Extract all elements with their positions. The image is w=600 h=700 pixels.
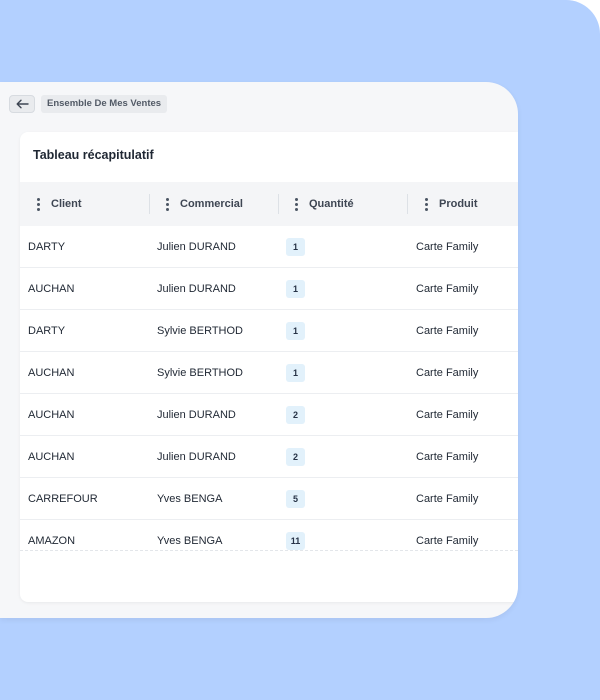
column-header-produit[interactable]: Produit <box>425 182 478 226</box>
cell-produit: Carte Family <box>416 451 479 463</box>
cell-quantite: 2 <box>286 394 305 436</box>
cell-commercial: Julien DURAND <box>157 283 236 295</box>
cell-client: DARTY <box>28 325 66 337</box>
column-header-label: Commercial <box>180 198 243 210</box>
cell-commercial: Julien DURAND <box>157 409 236 421</box>
cell-commercial: Julien DURAND <box>157 241 236 253</box>
table-row[interactable]: AUCHAN Julien DURAND 1 Carte Family <box>20 268 518 310</box>
table-body[interactable]: DARTY Julien DURAND 1 Carte Family AUCHA… <box>20 226 518 551</box>
cell-quantite: 1 <box>286 352 305 394</box>
quantity-badge: 11 <box>286 532 305 550</box>
breadcrumb[interactable]: Ensemble De Mes Ventes <box>41 95 168 113</box>
column-header-quantite[interactable]: Quantité <box>295 182 354 226</box>
quantity-badge: 2 <box>286 406 305 424</box>
cell-client: AMAZON <box>28 535 76 547</box>
cell-produit: Carte Family <box>416 409 479 421</box>
cell-client: AUCHAN <box>28 367 75 379</box>
cell-produit: Carte Family <box>416 493 479 505</box>
quantity-badge: 5 <box>286 490 305 508</box>
kebab-menu-icon[interactable] <box>37 197 40 211</box>
cell-client: AUCHAN <box>28 409 75 421</box>
arrow-left-icon <box>16 99 29 109</box>
table-row[interactable]: AUCHAN Sylvie BERTHOD 1 Carte Family <box>20 352 518 394</box>
cell-commercial: Julien DURAND <box>157 451 236 463</box>
table-row[interactable]: AUCHAN Julien DURAND 2 Carte Family <box>20 436 518 478</box>
back-button[interactable] <box>9 95 35 113</box>
cell-client: AUCHAN <box>28 283 75 295</box>
quantity-badge: 2 <box>286 448 305 466</box>
table-header: Client Commercial Quantité Produit <box>20 182 518 226</box>
cell-quantite: 1 <box>286 268 305 310</box>
kebab-menu-icon[interactable] <box>425 197 428 211</box>
quantity-badge: 1 <box>286 364 305 382</box>
column-resize-handle[interactable] <box>278 194 279 214</box>
cell-commercial: Sylvie BERTHOD <box>157 367 243 379</box>
cell-client: DARTY <box>28 241 66 253</box>
column-header-label: Produit <box>439 198 478 210</box>
cell-client: CARREFOUR <box>28 493 98 505</box>
cell-commercial: Yves BENGA <box>157 535 223 547</box>
cell-quantite: 11 <box>286 520 305 550</box>
cell-produit: Carte Family <box>416 241 479 253</box>
card-title: Tableau récapitulatif <box>33 148 154 162</box>
column-resize-handle[interactable] <box>149 194 150 214</box>
table-row[interactable]: AUCHAN Julien DURAND 2 Carte Family <box>20 394 518 436</box>
table-row[interactable]: DARTY Julien DURAND 1 Carte Family <box>20 226 518 268</box>
quantity-badge: 1 <box>286 280 305 298</box>
cell-commercial: Sylvie BERTHOD <box>157 325 243 337</box>
table-row[interactable]: CARREFOUR Yves BENGA 5 Carte Family <box>20 478 518 520</box>
cell-produit: Carte Family <box>416 283 479 295</box>
cell-produit: Carte Family <box>416 325 479 337</box>
cell-commercial: Yves BENGA <box>157 493 223 505</box>
table-row[interactable]: DARTY Sylvie BERTHOD 1 Carte Family <box>20 310 518 352</box>
summary-card: Tableau récapitulatif Client Commercial … <box>20 132 518 602</box>
quantity-badge: 1 <box>286 238 305 256</box>
cell-produit: Carte Family <box>416 367 479 379</box>
cell-produit: Carte Family <box>416 535 479 547</box>
app-window: Ensemble De Mes Ventes Tableau récapitul… <box>0 82 518 618</box>
column-header-label: Quantité <box>309 198 354 210</box>
kebab-menu-icon[interactable] <box>295 197 298 211</box>
table-row[interactable]: AMAZON Yves BENGA 11 Carte Family <box>20 520 518 550</box>
kebab-menu-icon[interactable] <box>166 197 169 211</box>
column-header-commercial[interactable]: Commercial <box>166 182 243 226</box>
quantity-badge: 1 <box>286 322 305 340</box>
cell-client: AUCHAN <box>28 451 75 463</box>
cell-quantite: 2 <box>286 436 305 478</box>
column-header-label: Client <box>51 198 82 210</box>
column-header-client[interactable]: Client <box>37 182 82 226</box>
cell-quantite: 1 <box>286 310 305 352</box>
cell-quantite: 5 <box>286 478 305 520</box>
column-resize-handle[interactable] <box>407 194 408 214</box>
cell-quantite: 1 <box>286 226 305 268</box>
